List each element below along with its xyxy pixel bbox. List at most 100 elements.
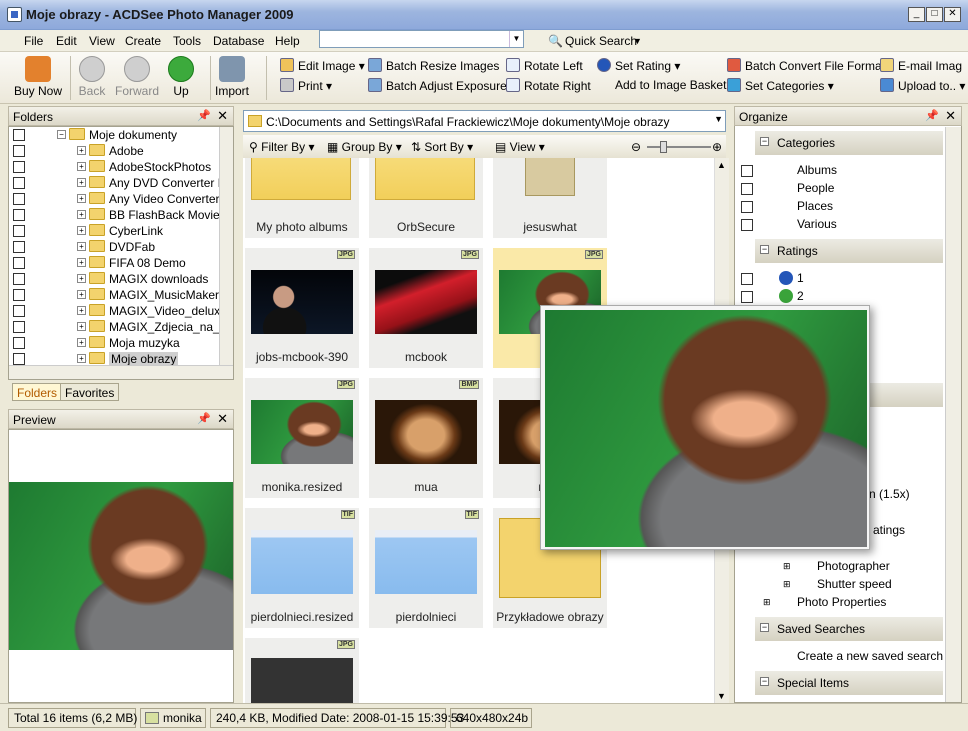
thumbnail-item[interactable]: OrbSecure: [369, 158, 483, 238]
batch-adjust-button[interactable]: Batch Adjust Exposure: [368, 78, 507, 93]
folder-checkbox[interactable]: [13, 321, 25, 333]
organize-vscroll[interactable]: [945, 127, 961, 702]
folder-item[interactable]: + Any Video Converter F: [9, 191, 230, 207]
folder-item[interactable]: + Moja muzyka: [9, 335, 219, 351]
folder-checkbox[interactable]: [13, 161, 25, 173]
quick-search-button[interactable]: Quick Search: [565, 34, 637, 48]
scroll-down-icon[interactable]: ▼: [717, 691, 726, 701]
expand-icon[interactable]: +: [77, 338, 86, 347]
menu-edit[interactable]: Edit: [56, 34, 77, 48]
expand-icon[interactable]: +: [77, 178, 86, 187]
chevron-down-icon[interactable]: ▼: [509, 31, 523, 47]
chevron-down-icon[interactable]: ▼: [714, 114, 723, 124]
tab-folders[interactable]: Folders: [12, 383, 63, 401]
folders-vscroll[interactable]: [219, 127, 233, 365]
close-button[interactable]: ✕: [944, 7, 961, 22]
category-checkbox[interactable]: [741, 165, 753, 177]
close-icon[interactable]: ✕: [217, 411, 228, 427]
thumbnail-item[interactable]: jesuswhat: [493, 158, 607, 238]
folder-checkbox[interactable]: [13, 241, 25, 253]
batch-convert-button[interactable]: Batch Convert File Format: [727, 58, 885, 73]
category-checkbox[interactable]: [741, 183, 753, 195]
zoom-out-icon[interactable]: ⊖: [631, 140, 641, 154]
zoom-slider-thumb[interactable]: [660, 141, 667, 153]
scroll-up-icon[interactable]: ▲: [717, 160, 726, 170]
folder-item[interactable]: + AdobeStockPhotos: [9, 159, 219, 175]
folder-item[interactable]: + CyberLink: [9, 223, 219, 239]
expand-icon[interactable]: +: [77, 226, 86, 235]
add-basket-button[interactable]: Add to Image Basket: [597, 78, 726, 92]
close-icon[interactable]: ✕: [217, 108, 228, 124]
expand-icon[interactable]: ⊞: [783, 561, 791, 572]
expand-icon[interactable]: ⊞: [783, 579, 791, 590]
path-bar[interactable]: C:\Documents and Settings\Rafal Frackiew…: [243, 110, 726, 132]
menu-create[interactable]: Create: [125, 34, 161, 48]
expand-icon[interactable]: +: [77, 290, 86, 299]
category-various[interactable]: Various: [797, 217, 837, 231]
category-checkbox[interactable]: [741, 219, 753, 231]
chevron-down-icon[interactable]: ▼: [633, 36, 642, 46]
folder-item[interactable]: + FIFA 08 Demo: [9, 255, 219, 271]
expand-icon[interactable]: ⊞: [763, 597, 771, 608]
batch-resize-button[interactable]: Batch Resize Images: [368, 58, 499, 73]
view-button[interactable]: ▤ View ▾: [495, 140, 545, 154]
search-input[interactable]: ▼: [319, 30, 524, 48]
saved-searches-section[interactable]: − Saved Searches: [755, 617, 943, 641]
ratings-section[interactable]: − Ratings: [755, 239, 943, 263]
tree-item-photo-properties[interactable]: Photo Properties: [797, 595, 886, 609]
folder-item[interactable]: + Adobe: [9, 143, 219, 159]
folder-checkbox[interactable]: [13, 177, 25, 189]
email-button[interactable]: E-mail Imag: [880, 58, 962, 73]
folder-item[interactable]: + DVDFab: [9, 239, 219, 255]
pin-icon[interactable]: 📌: [925, 109, 939, 122]
folder-item[interactable]: − Moje dokumenty: [9, 127, 219, 143]
rating-2[interactable]: 2: [797, 289, 804, 303]
up-button[interactable]: Up: [153, 56, 209, 98]
print-button[interactable]: Print ▾: [280, 78, 332, 93]
thumbnail-item[interactable]: TIF pierdolnieci: [369, 508, 483, 628]
thumbnail-item[interactable]: JPG mcbook: [369, 248, 483, 368]
maximize-button[interactable]: □: [926, 7, 943, 22]
thumbnail-item[interactable]: My photo albums: [245, 158, 359, 238]
pin-icon[interactable]: 📌: [197, 412, 211, 425]
expand-icon[interactable]: −: [57, 130, 66, 139]
folder-item[interactable]: + MAGIX_Video_deluxe_: [9, 303, 233, 319]
group-by-button[interactable]: ▦ Group By ▾: [327, 140, 402, 154]
expand-icon[interactable]: +: [77, 194, 86, 203]
folder-checkbox[interactable]: [13, 129, 25, 141]
pin-icon[interactable]: 📌: [197, 109, 211, 122]
expand-icon[interactable]: +: [77, 162, 86, 171]
tab-favorites[interactable]: Favorites: [60, 383, 120, 401]
menu-database[interactable]: Database: [213, 34, 264, 48]
expand-icon[interactable]: +: [77, 322, 86, 331]
menu-tools[interactable]: Tools: [173, 34, 201, 48]
upload-button[interactable]: Upload to.. ▾: [880, 78, 965, 93]
expand-icon[interactable]: +: [77, 258, 86, 267]
thumbnail-item[interactable]: JPG: [245, 638, 359, 703]
folder-checkbox[interactable]: [13, 209, 25, 221]
tree-item-shutter-speed[interactable]: Shutter speed: [817, 577, 892, 591]
rotate-right-button[interactable]: Rotate Right: [506, 78, 591, 93]
categories-section[interactable]: − Categories: [755, 131, 943, 155]
rating-checkbox[interactable]: [741, 273, 753, 285]
set-rating-button[interactable]: Set Rating ▾: [597, 58, 680, 73]
category-checkbox[interactable]: [741, 201, 753, 213]
folder-checkbox[interactable]: [13, 225, 25, 237]
folder-checkbox[interactable]: [13, 289, 25, 301]
quick-search-icon[interactable]: 🔍: [548, 34, 563, 48]
folder-checkbox[interactable]: [13, 257, 25, 269]
expand-icon[interactable]: +: [77, 306, 86, 315]
expand-icon[interactable]: +: [77, 146, 86, 155]
folders-hscroll[interactable]: [9, 365, 233, 379]
expand-icon[interactable]: +: [77, 354, 86, 363]
buy-now-button[interactable]: Buy Now: [10, 56, 66, 98]
import-button[interactable]: Import: [204, 56, 260, 98]
menu-view[interactable]: View: [89, 34, 115, 48]
thumbnail-item[interactable]: JPG monika.resized: [245, 378, 359, 498]
rating-checkbox[interactable]: [741, 291, 753, 303]
folder-checkbox[interactable]: [13, 145, 25, 157]
thumbnail-item[interactable]: TIF pierdolnieci.resized: [245, 508, 359, 628]
expand-icon[interactable]: +: [77, 274, 86, 283]
expand-icon[interactable]: +: [77, 242, 86, 251]
folder-checkbox[interactable]: [13, 305, 25, 317]
